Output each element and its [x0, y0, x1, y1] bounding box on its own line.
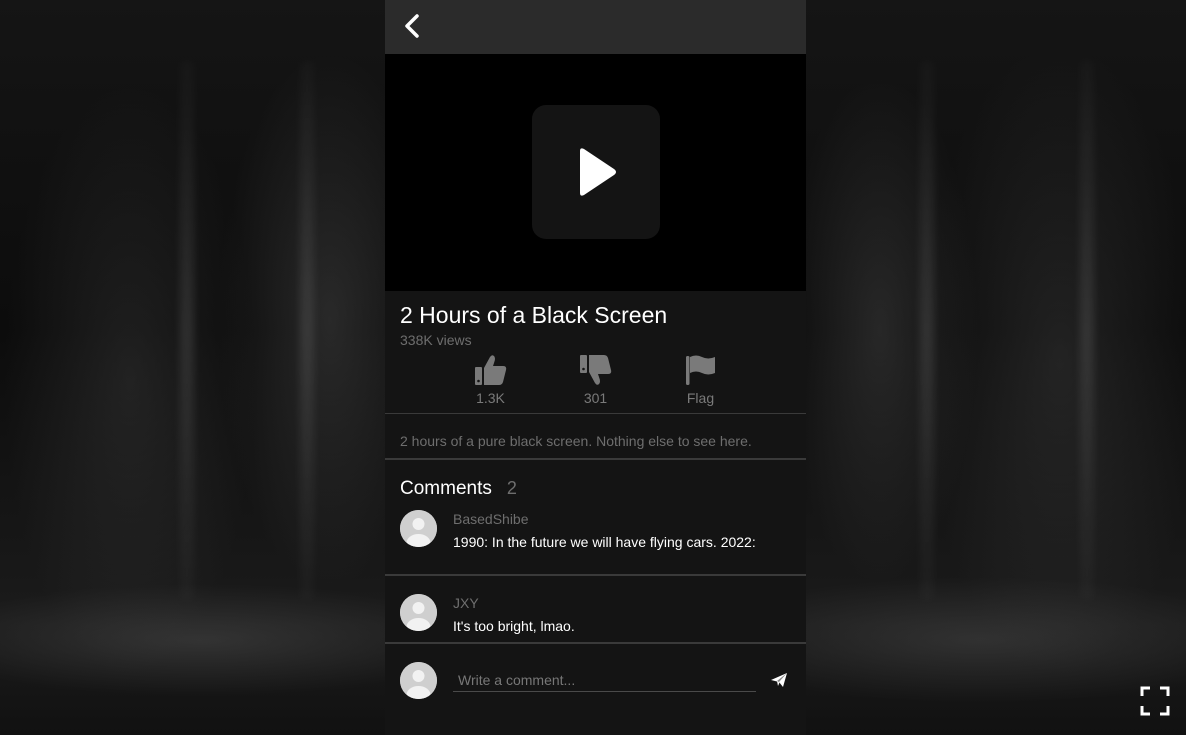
paper-plane-icon [771, 672, 788, 687]
avatar[interactable] [400, 594, 437, 631]
top-bar [385, 0, 806, 54]
background-streak [180, 60, 194, 600]
video-info: 2 Hours of a Black Screen 338K views [385, 291, 806, 348]
chevron-left-icon [405, 14, 419, 38]
flag-icon [685, 355, 715, 385]
background-streak [920, 60, 934, 600]
comment-body: JXY It's too bright, lmao. [453, 594, 575, 642]
play-button[interactable] [532, 105, 660, 239]
comment-input[interactable] [453, 667, 756, 692]
fullscreen-button[interactable] [1140, 686, 1170, 716]
comment-author[interactable]: JXY [453, 594, 575, 612]
comment-item: JXY It's too bright, lmao. [385, 576, 806, 644]
user-icon [400, 594, 437, 631]
current-user-avatar [400, 662, 437, 699]
avatar[interactable] [400, 510, 437, 547]
back-button[interactable] [395, 8, 431, 44]
flag-button[interactable]: Flag [668, 354, 733, 413]
comment-author[interactable]: BasedShibe [453, 510, 756, 528]
video-description: 2 hours of a pure black screen. Nothing … [385, 414, 806, 460]
fullscreen-icon [1140, 686, 1170, 716]
background-streak [1080, 60, 1094, 600]
comment-item: BasedShibe 1990: In the future we will h… [385, 510, 806, 576]
thumbs-down-icon [579, 355, 611, 385]
thumbs-up-icon [474, 355, 506, 385]
comment-text: 1990: In the future we will have flying … [453, 534, 756, 550]
dislike-count: 301 [583, 390, 608, 406]
comments-header: Comments 2 [385, 460, 806, 510]
comment-text: It's too bright, lmao. [453, 618, 575, 634]
comments-count: 2 [506, 478, 517, 498]
user-icon [400, 510, 437, 547]
background-streak [300, 60, 314, 600]
flag-label: Flag [686, 390, 715, 406]
send-button[interactable] [768, 668, 791, 692]
video-title: 2 Hours of a Black Screen [400, 302, 668, 328]
video-panel: 2 Hours of a Black Screen 338K views 1.3… [385, 0, 806, 735]
view-count: 338K views [400, 332, 472, 348]
comments-title: Comments [400, 478, 492, 499]
comment-compose [385, 644, 806, 699]
video-actions: 1.3K 301 Flag [385, 348, 806, 414]
comment-body: BasedShibe 1990: In the future we will h… [453, 510, 756, 574]
user-icon [400, 662, 437, 699]
dislike-button[interactable]: 301 [563, 354, 628, 413]
like-button[interactable]: 1.3K [458, 354, 523, 413]
play-icon [580, 148, 616, 196]
video-player[interactable] [385, 54, 806, 291]
like-count: 1.3K [476, 390, 505, 406]
